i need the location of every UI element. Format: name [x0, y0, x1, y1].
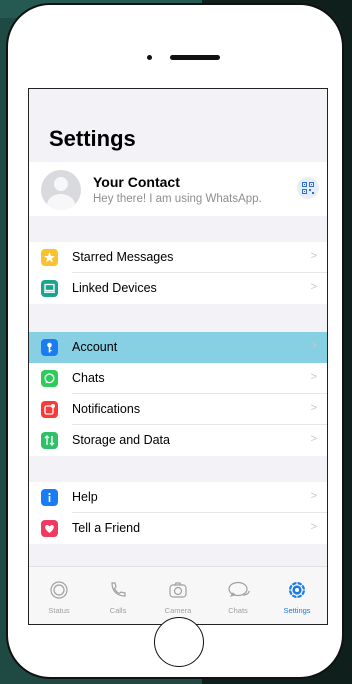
- chevron-right-icon: >: [310, 402, 317, 414]
- tab-status-label: Status: [48, 606, 70, 615]
- home-button[interactable]: [154, 617, 204, 667]
- tab-status[interactable]: Status: [29, 567, 89, 624]
- storage-arrows-icon: [41, 432, 58, 449]
- chats-item[interactable]: Chats >: [29, 363, 327, 394]
- settings-group-3: Help > Tell a Friend >: [29, 482, 327, 544]
- tell-a-friend-label: Tell a Friend: [72, 521, 141, 535]
- notifications-label: Notifications: [72, 402, 141, 416]
- starred-messages-label: Starred Messages: [72, 250, 174, 264]
- settings-group-1: Starred Messages > Linked Devices >: [29, 242, 327, 304]
- tab-chats[interactable]: Chats: [208, 567, 268, 624]
- info-icon: [41, 489, 58, 506]
- speaker-grille: [170, 55, 220, 60]
- settings-gear-icon: [289, 582, 305, 598]
- chevron-right-icon: >: [310, 371, 317, 383]
- account-item[interactable]: Account >: [29, 332, 327, 363]
- page-title: Settings: [49, 126, 136, 151]
- help-item[interactable]: Help >: [29, 482, 327, 513]
- linked-devices-item[interactable]: Linked Devices >: [29, 273, 327, 304]
- linked-devices-label: Linked Devices: [72, 281, 157, 295]
- settings-group-2: Account > Chats > Notifications > Storag…: [29, 332, 327, 456]
- chevron-right-icon: >: [310, 250, 317, 262]
- notifications-item[interactable]: Notifications >: [29, 394, 327, 425]
- avatar: [41, 170, 81, 210]
- help-label: Help: [72, 490, 98, 504]
- tell-a-friend-item[interactable]: Tell a Friend >: [29, 513, 327, 544]
- settings-screen: Settings Your Contact Hey there! I am us…: [28, 88, 328, 625]
- status-icon: [50, 581, 68, 599]
- tab-calls[interactable]: Calls: [88, 567, 148, 624]
- storage-and-data-label: Storage and Data: [72, 433, 170, 447]
- tab-settings-label: Settings: [283, 606, 311, 615]
- chevron-right-icon: >: [310, 340, 317, 352]
- tab-settings[interactable]: Settings: [267, 567, 327, 624]
- chevron-right-icon: >: [310, 490, 317, 502]
- whatsapp-icon: [41, 370, 58, 387]
- qr-code-button[interactable]: [297, 177, 319, 199]
- chevron-right-icon: >: [310, 433, 317, 445]
- tab-calls-label: Calls: [109, 606, 127, 615]
- starred-messages-item[interactable]: Starred Messages >: [29, 242, 327, 273]
- profile-name: Your Contact: [93, 174, 180, 190]
- profile-status: Hey there! I am using WhatsApp.: [93, 193, 262, 205]
- chevron-right-icon: >: [310, 521, 317, 533]
- account-label: Account: [72, 340, 118, 354]
- heart-icon: [41, 520, 58, 537]
- chats-label: Chats: [72, 371, 105, 385]
- notification-icon: [41, 401, 58, 418]
- camera-dot: [147, 55, 152, 60]
- laptop-icon: [41, 280, 58, 297]
- camera-icon: [169, 582, 187, 598]
- profile-row[interactable]: Your Contact Hey there! I am using Whats…: [29, 162, 327, 216]
- tab-chats-label: Chats: [228, 606, 248, 615]
- qr-code-icon: [302, 182, 314, 194]
- storage-and-data-item[interactable]: Storage and Data >: [29, 425, 327, 456]
- phone-icon: [111, 582, 126, 597]
- avatar-head: [54, 177, 68, 191]
- chat-bubbles-icon: [228, 581, 250, 597]
- star-icon: [41, 249, 58, 266]
- avatar-shoulders: [47, 194, 75, 210]
- phone-frame: Settings Your Contact Hey there! I am us…: [6, 3, 344, 679]
- key-icon: [41, 339, 58, 356]
- chevron-right-icon: >: [310, 281, 317, 293]
- tab-camera-label: Camera: [164, 606, 192, 615]
